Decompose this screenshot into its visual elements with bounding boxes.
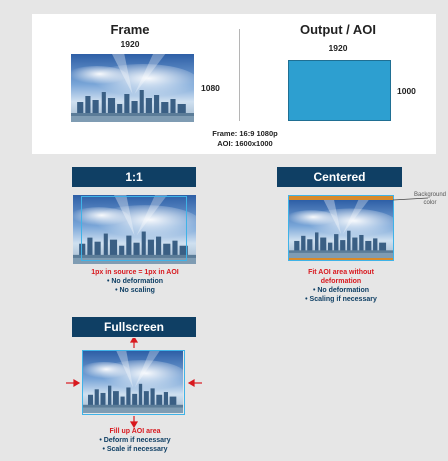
frame-width-label: 1920	[120, 39, 140, 49]
aoi-format: AOI: 1600x1000	[217, 139, 273, 148]
arrow-right-icon	[73, 378, 81, 388]
fullscreen-banner: Fullscreen	[72, 317, 196, 337]
frame-height-label: 1080	[201, 83, 220, 93]
format-caption: Frame: 16:9 1080p AOI: 1600x1000	[150, 129, 340, 149]
fullscreen-headline: Fill up AOI area	[109, 428, 161, 435]
centered-banner: Centered	[277, 167, 402, 187]
output-height-label: 1000	[397, 86, 416, 96]
panel-divider	[239, 29, 240, 121]
one-to-one-aoi-outline	[81, 196, 187, 261]
one-to-one-banner: 1:1	[72, 167, 196, 187]
fullscreen-bullet-2: • Scale if necessary	[102, 446, 168, 453]
arrow-up-icon	[129, 338, 139, 343]
output-title: Output / AOI	[299, 22, 377, 37]
fullscreen-caption: Fill up AOI area • Deform if necessary •…	[60, 427, 210, 454]
background-color-label: Background color	[413, 192, 447, 206]
fullscreen-stretch-arrows	[66, 338, 202, 429]
output-width-label: 1920	[328, 43, 348, 53]
frame-format: Frame: 16:9 1080p	[212, 129, 278, 138]
centered-bullet-1: • No deformation	[312, 287, 370, 294]
one-to-one-caption: 1px in source = 1px in AOI • No deformat…	[60, 268, 210, 295]
centered-caption: Fit AOI area without deformation • No de…	[266, 268, 416, 304]
arrow-left-icon	[187, 378, 195, 388]
centered-bullet-2: • Scaling if necessary	[305, 296, 377, 303]
one-to-one-bullet-2: • No scaling	[115, 287, 155, 294]
frame-title: Frame	[110, 22, 150, 37]
one-to-one-bullet-1: • No deformation	[106, 278, 164, 285]
one-to-one-headline: 1px in source = 1px in AOI	[91, 269, 179, 276]
centered-headline-1: Fit AOI area without	[308, 269, 374, 276]
centered-headline-2: deformation	[320, 278, 362, 285]
output-aoi-rect	[288, 60, 391, 121]
fullscreen-bullet-1: • Deform if necessary	[99, 437, 171, 444]
frame-image	[71, 54, 194, 122]
centered-image	[289, 200, 393, 258]
